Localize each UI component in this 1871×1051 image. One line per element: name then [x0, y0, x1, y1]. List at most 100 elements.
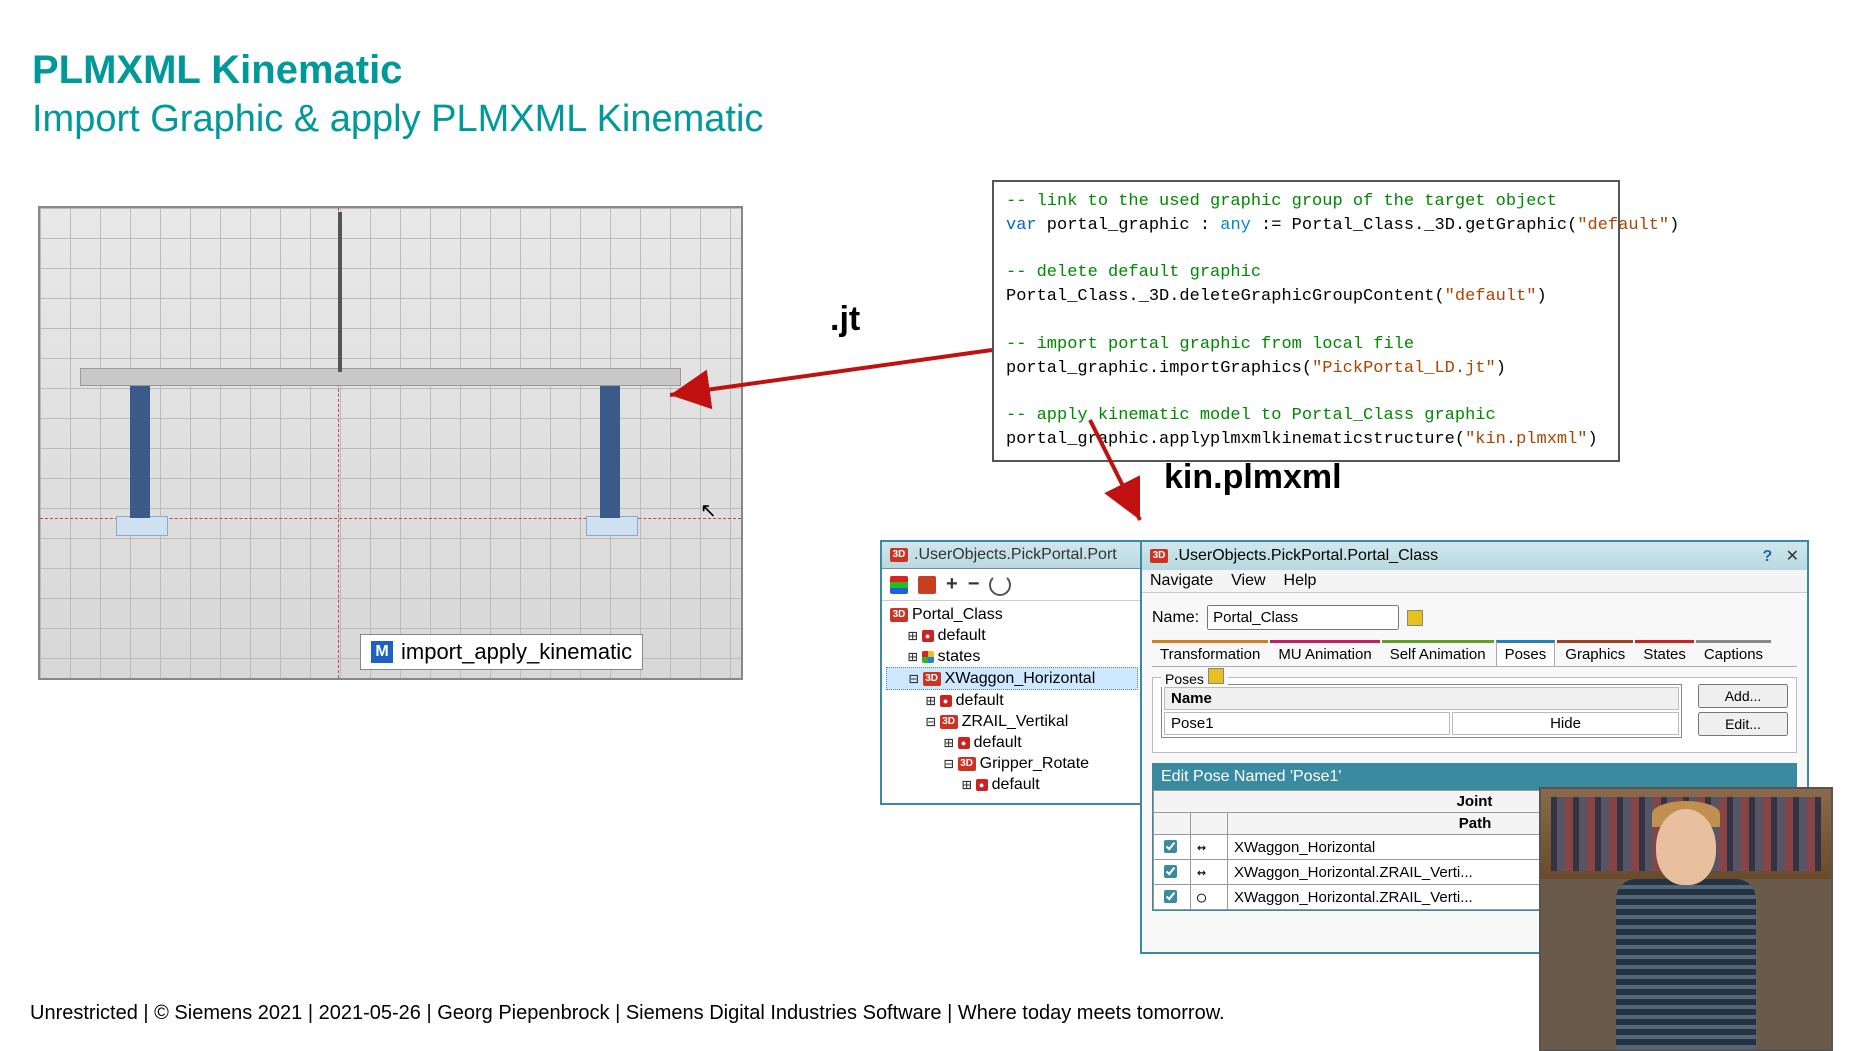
- tree-label: ZRAIL_Vertikal: [962, 713, 1069, 731]
- label-jt: .jt: [830, 300, 860, 339]
- tree-node-root[interactable]: 3DPortal_Class: [886, 605, 1138, 625]
- code-text: ): [1496, 359, 1506, 378]
- tree-label: XWaggon_Horizontal: [945, 670, 1096, 688]
- tree-node-zrail[interactable]: ⊟ 3D ZRAIL_Vertikal: [886, 711, 1138, 732]
- portal-tower: [338, 212, 342, 372]
- slide-title: PLMXML Kinematic: [32, 48, 402, 93]
- expander-icon[interactable]: ⊞: [962, 775, 972, 794]
- menubar: Navigate View Help: [1142, 570, 1807, 593]
- poses-group: Poses Name Pose1 Hide Add... Edit...: [1152, 677, 1797, 753]
- expander-icon[interactable]: ⊟: [909, 669, 919, 688]
- code-comment: -- delete default graphic: [1006, 263, 1261, 282]
- expander-icon[interactable]: ⊞: [908, 647, 918, 666]
- tree-label: default: [974, 734, 1022, 752]
- label-kin: kin.plmxml: [1164, 458, 1342, 497]
- expander-icon[interactable]: ⊞: [944, 733, 954, 752]
- code-text: := Portal_Class._3D.getGraphic(: [1251, 216, 1577, 235]
- code-string: "PickPortal_LD.jt": [1312, 359, 1496, 378]
- tree-label: default: [956, 692, 1004, 710]
- inherit-icon[interactable]: [1407, 610, 1423, 626]
- tab-transformation[interactable]: Transformation: [1152, 640, 1268, 666]
- tree-node-states[interactable]: ⊞states: [886, 646, 1138, 667]
- code-type: any: [1220, 216, 1251, 235]
- slide-subtitle: Import Graphic & apply PLMXML Kinematic: [32, 98, 763, 141]
- row-checkbox[interactable]: [1164, 865, 1177, 878]
- portal-pillar-right: [600, 378, 620, 518]
- method-icon: M: [371, 641, 393, 663]
- collapse-all-button[interactable]: −: [968, 573, 980, 596]
- tree-label: default: [938, 627, 986, 645]
- pose-hide-cell[interactable]: Hide: [1452, 712, 1679, 735]
- tree-label: Portal_Class: [912, 606, 1003, 624]
- tab-poses[interactable]: Poses: [1496, 640, 1556, 666]
- code-box: -- link to the used graphic group of the…: [992, 180, 1620, 462]
- tab-states[interactable]: States: [1635, 640, 1694, 666]
- expand-all-button[interactable]: +: [946, 573, 958, 596]
- presenter-webcam: [1539, 787, 1833, 1051]
- portal-base-right: [586, 516, 638, 536]
- tree-node-default[interactable]: ⊞ ● default: [886, 625, 1138, 646]
- code-comment: -- import portal graphic from local file: [1006, 335, 1414, 354]
- tool-icon[interactable]: [918, 576, 936, 594]
- viewport-label-text: import_apply_kinematic: [401, 639, 632, 665]
- tab-self-animation[interactable]: Self Animation: [1382, 640, 1494, 666]
- axes-icon[interactable]: [890, 576, 908, 594]
- code-text: Portal_Class._3D.deleteGraphicGroupConte…: [1006, 287, 1445, 306]
- menu-navigate[interactable]: Navigate: [1150, 572, 1213, 590]
- tree-body: 3DPortal_Class ⊞●default ⊞states ⊟3DXWag…: [882, 601, 1142, 803]
- tree-panel: 3D .UserObjects.PickPortal.Port + − 3DPo…: [880, 540, 1144, 805]
- close-icon[interactable]: ✕: [1786, 548, 1799, 565]
- tree-node-default[interactable]: ⊞●default: [886, 690, 1138, 711]
- tree-node-gripper[interactable]: ⊟3DGripper_Rotate: [886, 753, 1138, 774]
- pose-cell[interactable]: Pose1: [1164, 712, 1450, 735]
- row-checkbox[interactable]: [1164, 840, 1177, 853]
- tree-toolbar: + −: [882, 569, 1142, 601]
- arrow-icon: ↔: [1191, 860, 1228, 885]
- inherit-icon[interactable]: [1208, 668, 1224, 684]
- name-row: Name:: [1152, 605, 1797, 630]
- tree-node-default[interactable]: ⊞●default: [886, 774, 1138, 795]
- tree-label: Gripper_Rotate: [980, 755, 1089, 773]
- portal-rail: [80, 368, 681, 386]
- 3d-icon: 3D: [923, 672, 941, 686]
- 3d-icon: 3D: [940, 715, 958, 729]
- edit-button[interactable]: Edit...: [1698, 712, 1788, 736]
- code-comment: -- link to the used graphic group of the…: [1006, 192, 1557, 211]
- 3d-icon: 3D: [1150, 549, 1168, 563]
- portal-pillar-left: [130, 378, 150, 518]
- code-string: "default": [1577, 216, 1669, 235]
- add-button[interactable]: Add...: [1698, 684, 1788, 708]
- tree-node-xwaggon[interactable]: ⊟ 3D XWaggon_Horizontal: [886, 667, 1138, 690]
- code-text: ): [1588, 430, 1598, 449]
- 3d-icon: 3D: [890, 548, 908, 562]
- pose-buttons: Add... Edit...: [1698, 684, 1788, 738]
- tab-captions[interactable]: Captions: [1696, 640, 1771, 666]
- expander-icon[interactable]: ⊞: [926, 691, 936, 710]
- refresh-icon[interactable]: [989, 574, 1011, 596]
- tree-label: default: [992, 776, 1040, 794]
- tab-mu-animation[interactable]: MU Animation: [1270, 640, 1379, 666]
- portal-base-left: [116, 516, 168, 536]
- tree-node-default[interactable]: ⊞●default: [886, 732, 1138, 753]
- 3d-viewport: ↖ M import_apply_kinematic: [38, 206, 743, 680]
- graphic-icon: ●: [922, 630, 934, 642]
- name-field[interactable]: [1207, 605, 1399, 630]
- rotate-icon: ○: [1191, 885, 1228, 910]
- expander-icon[interactable]: ⊞: [908, 626, 918, 645]
- tab-graphics[interactable]: Graphics: [1557, 640, 1633, 666]
- props-titlebar: 3D .UserObjects.PickPortal.Portal_Class …: [1142, 542, 1807, 570]
- menu-help[interactable]: Help: [1284, 572, 1317, 590]
- code-keyword: var: [1006, 216, 1037, 235]
- code-text: ): [1669, 216, 1679, 235]
- row-checkbox[interactable]: [1164, 890, 1177, 903]
- poses-group-label: Poses: [1161, 668, 1228, 687]
- help-icon[interactable]: ?: [1762, 548, 1772, 565]
- menu-view[interactable]: View: [1231, 572, 1265, 590]
- cursor-icon: ↖: [700, 498, 717, 523]
- states-icon: [922, 651, 934, 663]
- tree-title-text: .UserObjects.PickPortal.Port: [914, 546, 1117, 564]
- props-title-text: .UserObjects.PickPortal.Portal_Class: [1174, 547, 1438, 565]
- expander-icon[interactable]: ⊟: [926, 712, 936, 731]
- viewport-label: M import_apply_kinematic: [360, 634, 643, 670]
- expander-icon[interactable]: ⊟: [944, 754, 954, 773]
